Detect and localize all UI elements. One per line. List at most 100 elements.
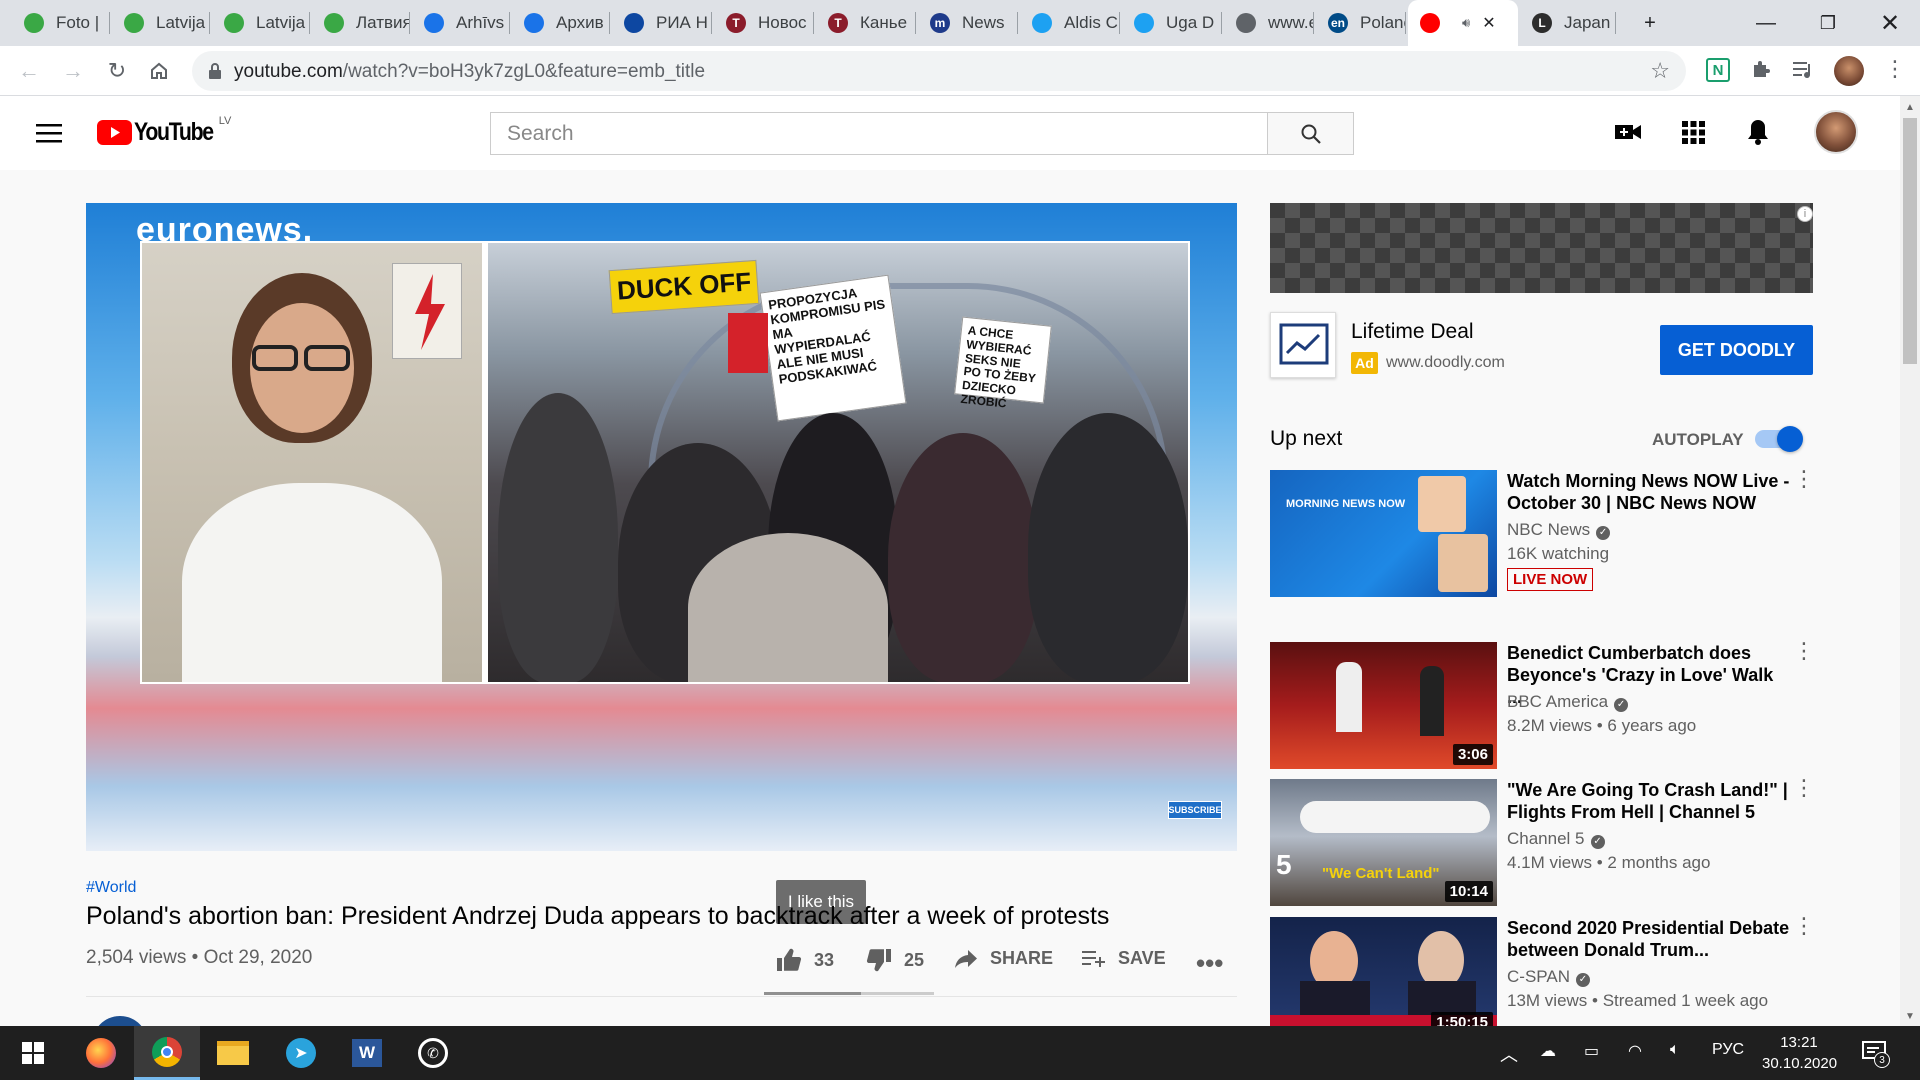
start-button[interactable] [0,1026,66,1080]
browser-tab[interactable]: Latvija [212,0,310,46]
like-button[interactable]: 33 [776,948,834,972]
media-queue-icon[interactable] [1792,60,1816,80]
new-tab-button[interactable]: + [1620,0,1680,46]
input-language[interactable]: РУС [1712,1041,1744,1059]
video-title[interactable]: Watch Morning News NOW Live - October 30… [1507,470,1792,514]
extension-n-icon[interactable]: N [1706,58,1730,82]
browser-tab[interactable]: Архив [512,0,610,46]
home-button[interactable] [144,56,174,86]
ad-cta-button[interactable]: GET DOODLY [1660,325,1813,375]
taskbar-file-explorer[interactable] [200,1026,266,1080]
taskbar-word[interactable]: W [334,1026,400,1080]
more-actions-button[interactable]: ••• [1196,948,1223,979]
browser-tab[interactable]: T Канье [816,0,916,46]
taskbar-telegram[interactable]: ➤ [268,1026,334,1080]
video-title[interactable]: "We Are Going To Crash Land!" | Flights … [1507,779,1792,823]
create-video-icon[interactable] [1614,121,1642,143]
autoplay-toggle[interactable] [1755,426,1803,452]
address-bar[interactable]: youtube.com/watch?v=boH3yk7zgL0&feature=… [192,51,1686,91]
youtube-logo[interactable]: YouTube LV [97,115,231,147]
taskbar-whatsapp[interactable]: ✆ [400,1026,466,1080]
browser-tab[interactable]: РИА Н [612,0,712,46]
browser-tab[interactable]: Arhīvs [412,0,510,46]
save-button[interactable]: SAVE [1082,948,1166,969]
video-thumbnail[interactable]: 5 "We Can't Land" 10:14 [1270,779,1497,906]
browser-tab[interactable]: en Polanc [1316,0,1406,46]
video-menu-button[interactable]: ⋮ [1793,640,1815,662]
browser-tab[interactable]: 🔊︎ ✕ [1408,0,1518,46]
apps-grid-icon[interactable] [1682,121,1705,144]
ad-info-icon[interactable]: i [1797,206,1813,222]
browser-tab[interactable]: Uga D [1122,0,1222,46]
clock[interactable]: 13:21 30.10.2020 [1762,1032,1837,1074]
browser-tab[interactable]: T Новос [714,0,814,46]
video-thumbnail[interactable]: 3:06 [1270,642,1497,769]
star-icon[interactable]: ☆ [1650,58,1670,84]
browser-tab[interactable]: L Japan [1520,0,1616,46]
ad-banner[interactable] [1270,203,1813,293]
browser-tab[interactable]: Латвия [312,0,410,46]
ad-badge: Ad [1351,352,1378,374]
battery-icon[interactable]: ▭ [1584,1041,1599,1061]
minimize-button[interactable]: — [1736,0,1796,46]
menu-dots-icon[interactable]: ⋮ [1884,56,1906,82]
tray-chevron-up-icon[interactable]: ︿ [1500,1041,1518,1067]
account-avatar[interactable] [1814,110,1858,154]
scroll-down-arrow[interactable]: ▼ [1905,1011,1915,1022]
tab-favicon-icon [1236,13,1256,33]
scroll-up-arrow[interactable]: ▲ [1905,102,1915,113]
video-thumbnail[interactable]: 1:50:15 [1270,917,1497,1027]
home-icon [151,62,167,79]
word-icon: W [352,1039,382,1067]
ad-title[interactable]: Lifetime Deal [1351,320,1474,344]
video-menu-button[interactable]: ⋮ [1793,915,1815,937]
browser-tab[interactable]: Foto | [12,0,110,46]
channel-name[interactable]: NBC News ✓ [1507,520,1611,540]
channel-name[interactable]: BBC America ✓ [1507,692,1629,712]
browser-tab[interactable]: www.e [1224,0,1314,46]
ad-url[interactable]: www.doodly.com [1386,354,1505,372]
channel-name[interactable]: C-SPAN ✓ [1507,967,1590,987]
action-center-button[interactable]: 3 [1862,1040,1890,1069]
back-button[interactable]: ← [14,56,44,86]
channel-name[interactable]: Channel 5 ✓ [1507,829,1605,849]
scrollbar-thumb[interactable] [1903,118,1917,364]
close-window-button[interactable]: ✕ [1860,0,1920,46]
video-hashtag[interactable]: #World [86,879,136,897]
tab-audio-icon[interactable]: 🔊︎ [1462,15,1470,31]
toggle-knob [1777,426,1803,452]
video-player[interactable]: euronews. DUCK OFF PROPOZYCJA KOMPROMISU… [86,203,1237,851]
taskbar-firefox[interactable] [68,1026,134,1080]
notifications-bell-icon[interactable] [1746,118,1770,146]
video-menu-button[interactable]: ⋮ [1793,468,1815,490]
puzzle-icon[interactable] [1750,59,1772,81]
reload-button[interactable]: ↻ [102,56,132,86]
video-thumbnail[interactable]: MORNING NEWS NOW [1270,470,1497,597]
dislike-button[interactable]: 25 [866,948,924,972]
volume-icon[interactable]: 🔈︎ [1670,1041,1680,1059]
ad-logo[interactable] [1270,312,1336,378]
video-menu-button[interactable]: ⋮ [1793,777,1815,799]
wifi-icon[interactable]: ◠ [1628,1041,1642,1061]
profile-avatar[interactable] [1834,56,1864,86]
tab-separator [711,12,712,34]
subscribe-watermark[interactable]: SUBSCRIBE [1168,801,1222,819]
onedrive-cloud-icon[interactable]: ☁ [1540,1041,1556,1061]
video-title[interactable]: Second 2020 Presidential Debate between … [1507,917,1792,961]
share-button[interactable]: SHARE [954,948,1053,969]
page-scrollbar[interactable]: ▲ ▼ [1900,96,1920,1026]
tab-close-icon[interactable]: ✕ [1482,13,1495,33]
search-button[interactable] [1267,112,1354,155]
foreground-head [688,533,888,682]
search-input[interactable] [491,113,1269,154]
tab-separator [1017,12,1018,34]
forward-button[interactable]: → [58,56,88,86]
hamburger-menu-icon[interactable] [36,123,62,143]
browser-tab[interactable]: Aldis C [1020,0,1120,46]
red-bolt-icon [415,274,445,350]
taskbar-chrome[interactable] [134,1026,200,1080]
browser-tab[interactable]: m News [918,0,1018,46]
restore-button[interactable]: ❐ [1798,0,1858,46]
browser-tab[interactable]: Latvija [112,0,210,46]
tab-separator [1405,12,1406,34]
